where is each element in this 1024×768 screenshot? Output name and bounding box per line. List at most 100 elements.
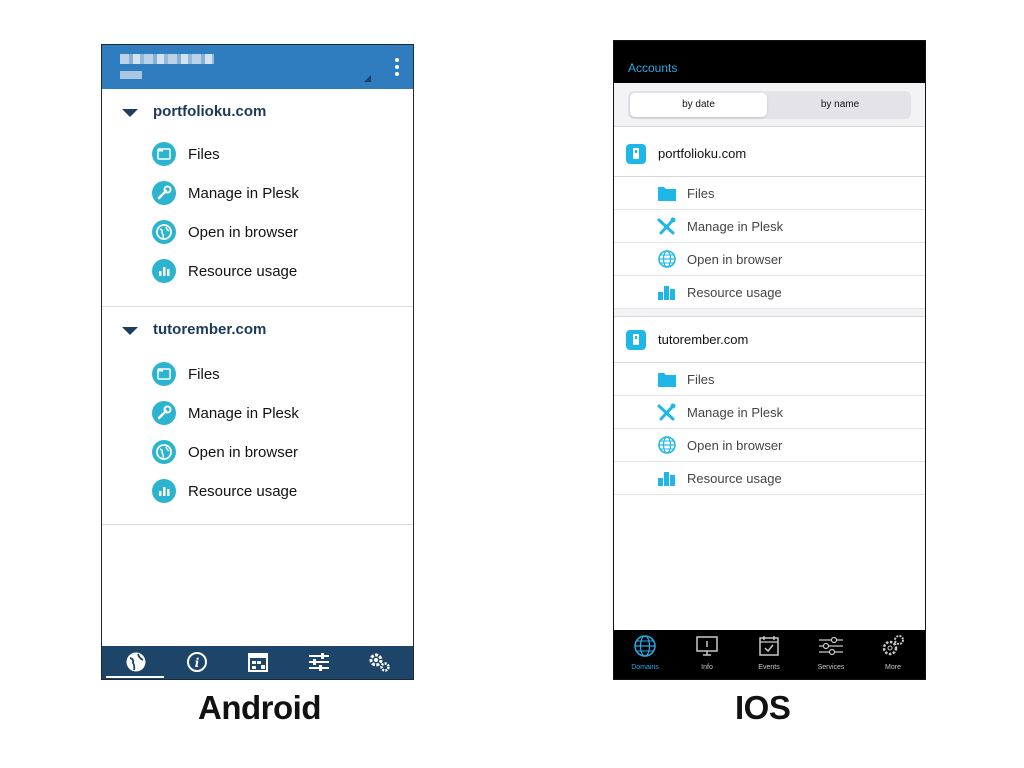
gears-icon — [369, 653, 390, 672]
tools-icon — [657, 217, 676, 235]
sort-segment-bar: by date by name — [614, 83, 925, 127]
globe-icon — [658, 250, 676, 268]
item-label: Resource usage — [687, 285, 782, 300]
android-item-resource-usage[interactable]: Resource usage — [152, 259, 402, 285]
folder-icon — [658, 373, 676, 387]
server-icon — [626, 330, 646, 350]
tab-info[interactable]: Info — [676, 630, 738, 679]
overflow-menu-icon[interactable] — [395, 58, 399, 76]
svg-text:i: i — [195, 656, 200, 670]
active-tab-indicator — [106, 676, 164, 678]
globe-icon — [152, 220, 176, 244]
globe-icon — [126, 652, 146, 672]
blurred-account-name — [120, 54, 214, 64]
ios-screen: Accounts by date by name portfolioku.com… — [613, 40, 926, 680]
ios-item-open-in-browser[interactable]: Open in browser — [614, 429, 925, 462]
android-domain-group: tutorember.com Files Manage in Plesk Ope… — [102, 307, 413, 525]
bar-chart-icon — [658, 286, 675, 300]
item-label: Files — [687, 186, 715, 201]
domain-name: portfolioku.com — [153, 103, 267, 120]
android-bottom-nav: i — [102, 646, 413, 679]
item-label: Manage in Plesk — [687, 219, 784, 234]
android-domain-header[interactable]: portfolioku.com — [102, 101, 413, 123]
tools-icon — [657, 403, 676, 421]
ios-domain-row[interactable]: portfolioku.com — [614, 131, 925, 177]
info-icon: i — [187, 652, 207, 672]
bar-chart-icon — [658, 472, 675, 486]
bar-chart-icon — [152, 479, 176, 503]
ios-tab-bar: Domains Info Events Services More — [614, 630, 925, 679]
wrench-icon — [152, 401, 176, 425]
tab-events[interactable]: Events — [738, 630, 800, 679]
nav-events-tab[interactable] — [228, 646, 288, 679]
ios-item-manage-in-plesk[interactable]: Manage in Plesk — [614, 210, 925, 243]
item-label: Open in browser — [687, 252, 783, 267]
globe-icon — [658, 436, 676, 454]
domain-name: tutorember.com — [658, 332, 749, 347]
android-item-files[interactable]: Files — [152, 142, 402, 168]
domain-name: portfolioku.com — [658, 146, 747, 161]
ios-item-files[interactable]: Files — [614, 177, 925, 210]
tab-label: Domains — [631, 664, 659, 671]
nav-more-tab[interactable] — [350, 646, 410, 679]
tab-domains[interactable]: Domains — [614, 630, 676, 679]
nav-domains-tab[interactable] — [106, 646, 166, 679]
android-item-resource-usage[interactable]: Resource usage — [152, 479, 402, 505]
item-label: Resource usage — [188, 483, 298, 500]
item-label: Manage in Plesk — [188, 405, 299, 422]
tab-more[interactable]: More — [862, 630, 924, 679]
segment-by-date[interactable]: by date — [630, 93, 767, 117]
android-screen: portfolioku.com Files Manage in Plesk Op… — [101, 44, 414, 680]
sliders-icon — [819, 636, 843, 656]
folder-icon — [152, 142, 176, 166]
collapse-caret-icon[interactable] — [122, 327, 138, 335]
ios-item-files[interactable]: Files — [614, 363, 925, 396]
globe-icon — [152, 440, 176, 464]
wrench-icon — [152, 181, 176, 205]
item-label: Open in browser — [188, 444, 299, 461]
blurred-account-detail — [120, 71, 142, 79]
ios-item-open-in-browser[interactable]: Open in browser — [614, 243, 925, 276]
domain-name: tutorember.com — [153, 321, 267, 338]
nav-services-tab[interactable] — [289, 646, 349, 679]
dropdown-corner-icon[interactable] — [364, 75, 371, 82]
collapse-caret-icon[interactable] — [122, 109, 138, 117]
ios-item-manage-in-plesk[interactable]: Manage in Plesk — [614, 396, 925, 429]
page-title: Accounts — [628, 61, 678, 75]
ios-item-resource-usage[interactable]: Resource usage — [614, 462, 925, 495]
tab-label: Info — [701, 664, 713, 671]
bar-chart-icon — [152, 259, 176, 283]
android-item-manage-in-plesk[interactable]: Manage in Plesk — [152, 401, 402, 427]
android-domain-group: portfolioku.com Files Manage in Plesk Op… — [102, 89, 413, 307]
sort-segmented-control: by date by name — [628, 91, 911, 119]
android-item-files[interactable]: Files — [152, 362, 402, 388]
tab-services[interactable]: Services — [800, 630, 862, 679]
ios-caption: IOS — [735, 689, 791, 726]
ios-nav-bar: Accounts — [614, 41, 925, 83]
item-label: Manage in Plesk — [687, 405, 784, 420]
ios-item-resource-usage[interactable]: Resource usage — [614, 276, 925, 309]
tab-label: Services — [817, 664, 845, 671]
segment-by-name[interactable]: by name — [771, 93, 909, 117]
monitor-icon — [696, 636, 718, 656]
android-item-manage-in-plesk[interactable]: Manage in Plesk — [152, 181, 402, 207]
folder-icon — [658, 187, 676, 201]
android-app-header — [102, 45, 413, 89]
ios-domain-row[interactable]: tutorember.com — [614, 317, 925, 363]
item-label: Files — [687, 372, 715, 387]
sliders-icon — [309, 653, 329, 671]
nav-info-tab[interactable]: i — [167, 646, 227, 679]
android-caption: Android — [198, 689, 321, 726]
item-label: Open in browser — [687, 438, 783, 453]
android-item-open-in-browser[interactable]: Open in browser — [152, 220, 402, 246]
tab-label: More — [885, 664, 901, 671]
item-label: Files — [188, 366, 220, 383]
calendar-icon — [248, 653, 268, 672]
item-label: Manage in Plesk — [188, 185, 299, 202]
item-label: Open in browser — [188, 224, 299, 241]
android-domain-header[interactable]: tutorember.com — [102, 319, 413, 341]
gears-icon — [882, 635, 904, 656]
item-label: Resource usage — [687, 471, 782, 486]
globe-icon — [634, 635, 656, 657]
android-item-open-in-browser[interactable]: Open in browser — [152, 440, 402, 466]
